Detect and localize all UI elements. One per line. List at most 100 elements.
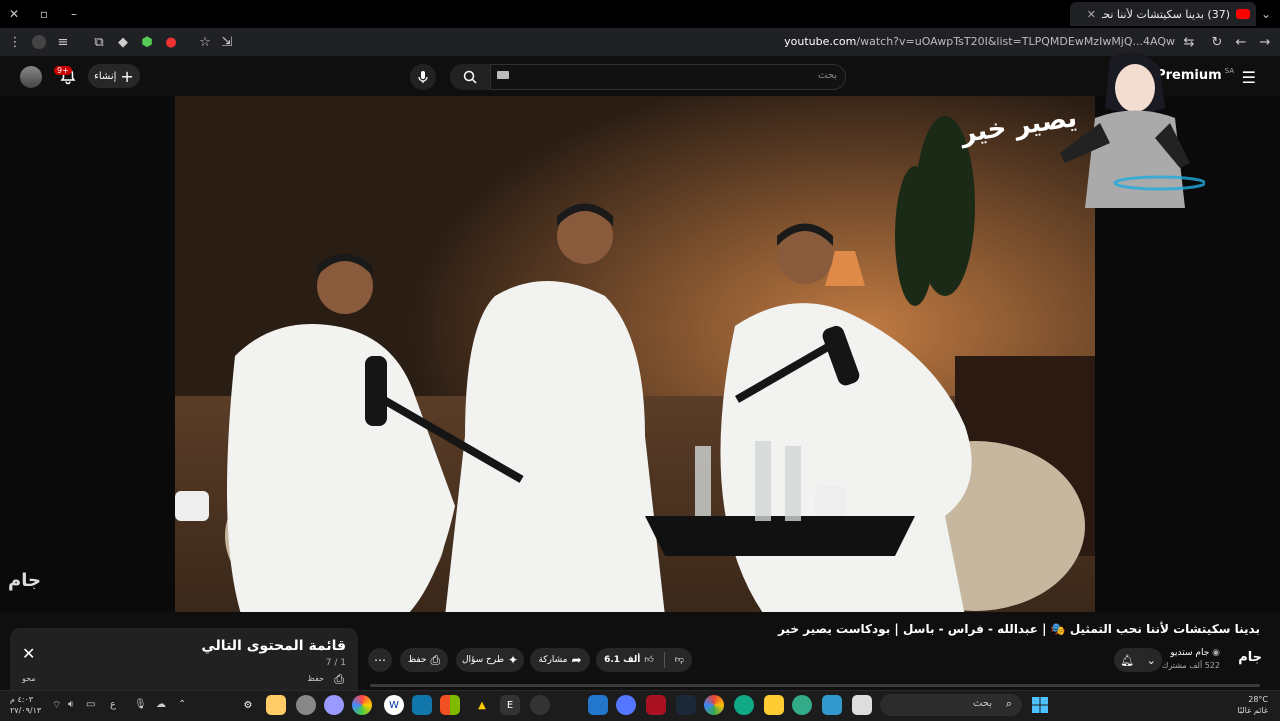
bookmark-star-icon[interactable]: ☆ bbox=[196, 33, 214, 51]
bookmark-icon: ⎙ bbox=[430, 652, 441, 667]
app-icon-chrome[interactable] bbox=[704, 695, 724, 715]
channel-name[interactable]: ◉ جام ستديو bbox=[1170, 648, 1220, 658]
subscribed-bell-button[interactable]: 🔔︎ ⌄ bbox=[1114, 648, 1162, 672]
avatar[interactable] bbox=[20, 66, 42, 88]
video-player[interactable]: يصير خير bbox=[175, 96, 1095, 612]
like-dislike-group: 6.1 ألف 👍︎ 👎︎ bbox=[596, 648, 692, 672]
wifi-icon[interactable]: ⌔ bbox=[52, 699, 61, 712]
profile-icon[interactable] bbox=[30, 33, 48, 51]
app-icon-discord[interactable] bbox=[616, 695, 636, 715]
browser-tab[interactable]: ✕ (37) بدينا سكيتشات لأننا نحب... bbox=[1070, 2, 1256, 26]
extensions-icon[interactable]: ⧉ bbox=[90, 33, 108, 51]
plus-icon: + bbox=[120, 66, 134, 86]
app-icon-3[interactable] bbox=[324, 695, 344, 715]
bell-icon: 🔔︎ bbox=[1120, 653, 1135, 667]
temperature: 28°C bbox=[1248, 695, 1268, 704]
input-language[interactable]: ع bbox=[110, 699, 116, 710]
cloud-tray-icon[interactable]: ☁ bbox=[156, 699, 166, 710]
close-window-icon[interactable]: ✕ bbox=[4, 4, 24, 24]
thumbs-up-icon: 👍︎ bbox=[644, 655, 654, 665]
app-icon-12[interactable] bbox=[792, 695, 812, 715]
more-actions-button[interactable]: ⋯ bbox=[368, 648, 392, 672]
extension-record-icon[interactable]: ● bbox=[162, 33, 180, 51]
create-label: إنشاء bbox=[94, 70, 117, 82]
verified-icon: ◉ bbox=[1212, 648, 1220, 658]
subscriber-count: 522 ألف مشترك bbox=[1161, 661, 1220, 670]
playlist-save-label[interactable]: حفظ bbox=[307, 674, 324, 683]
taskbar-search[interactable]: بحث ⌕ bbox=[880, 694, 1022, 716]
app-icon-settings[interactable]: ⚙ bbox=[238, 695, 258, 715]
volume-icon[interactable]: 🔉︎ bbox=[68, 699, 74, 710]
close-playlist-icon[interactable]: ✕ bbox=[22, 644, 35, 663]
keyboard-icon[interactable] bbox=[497, 71, 509, 79]
app-icon-8[interactable]: ▲ bbox=[472, 695, 492, 715]
playlist-save-icon[interactable]: ⎙ bbox=[334, 672, 344, 687]
dislike-button[interactable]: 👎︎ bbox=[675, 655, 684, 665]
minimize-window-icon[interactable]: – bbox=[64, 4, 84, 24]
search-input[interactable]: بحث bbox=[490, 64, 846, 90]
notifications-badge: 9+ bbox=[54, 66, 72, 75]
voice-search-icon[interactable] bbox=[410, 64, 436, 90]
sparkle-icon: ✦ bbox=[507, 653, 519, 667]
app-icon-10[interactable] bbox=[588, 695, 608, 715]
windows-icon bbox=[1032, 697, 1048, 713]
mic-tray-icon[interactable]: 🎙︎ bbox=[134, 699, 147, 710]
reload-icon[interactable]: ↻ bbox=[1208, 33, 1226, 51]
channel-watermark: جام bbox=[8, 570, 41, 591]
app-icon-steam[interactable] bbox=[676, 695, 696, 715]
install-app-icon[interactable]: ⇲ bbox=[218, 33, 236, 51]
reading-list-icon[interactable]: ≡ bbox=[54, 33, 72, 51]
app-icon-edge[interactable] bbox=[734, 695, 754, 715]
share-button[interactable]: مشاركة ➦ bbox=[530, 648, 590, 672]
tab-close-icon[interactable]: ✕ bbox=[1087, 8, 1096, 21]
hamburger-menu-icon[interactable]: ☰ bbox=[1242, 68, 1256, 87]
thumbs-down-icon: 👎︎ bbox=[674, 655, 684, 665]
like-count: 6.1 ألف bbox=[604, 655, 641, 665]
extension-diamond-icon[interactable]: ◆ bbox=[114, 33, 132, 51]
app-icon-explorer[interactable] bbox=[764, 695, 784, 715]
app-icon-epic[interactable]: E bbox=[500, 695, 520, 715]
vtuber-overlay bbox=[1040, 38, 1207, 208]
clock[interactable]: ٤:٠٣ م ٢٧/٠٩/١٣ bbox=[10, 694, 41, 716]
playlist-panel: ✕ قائمة المحتوى التالي 7 / 1 ⎙ حفظ محو bbox=[10, 628, 358, 698]
app-icon-11[interactable] bbox=[646, 695, 666, 715]
chevron-down-icon: ⌄ bbox=[1146, 653, 1156, 667]
video-title: بدينا سكيتشات لأننا نحب التمثيل 🎭 | عبدا… bbox=[777, 622, 1260, 636]
app-icon-9[interactable] bbox=[530, 695, 550, 715]
playlist-clear-label[interactable]: محو bbox=[22, 674, 36, 683]
start-button[interactable] bbox=[1030, 695, 1050, 715]
like-button[interactable]: 6.1 ألف 👍︎ bbox=[604, 655, 654, 665]
app-icon-6[interactable] bbox=[412, 695, 432, 715]
search-icon: ⌕ bbox=[1005, 697, 1012, 710]
video-frame: يصير خير bbox=[175, 96, 1095, 612]
tab-list-icon[interactable]: ⌄ bbox=[1256, 4, 1276, 24]
app-icon-5[interactable]: W bbox=[384, 695, 404, 715]
battery-icon[interactable]: ▭ bbox=[86, 699, 95, 710]
app-icon-4[interactable] bbox=[352, 695, 372, 715]
app-icon-1[interactable] bbox=[266, 695, 286, 715]
app-icon-7[interactable] bbox=[440, 695, 460, 715]
app-icon-2[interactable] bbox=[296, 695, 316, 715]
app-icon-store[interactable] bbox=[822, 695, 842, 715]
search-button[interactable] bbox=[450, 64, 490, 90]
ask-label: طرح سؤال bbox=[461, 655, 504, 665]
divider bbox=[663, 652, 665, 668]
more-horizontal-icon: ⋯ bbox=[374, 653, 386, 667]
ask-button[interactable]: طرح سؤال ✦ bbox=[456, 648, 524, 672]
maximize-window-icon[interactable]: ▫ bbox=[34, 4, 54, 24]
more-menu-icon[interactable]: ⋮ bbox=[6, 33, 24, 51]
back-icon[interactable]: → bbox=[1256, 33, 1274, 51]
search-icon bbox=[463, 70, 477, 84]
create-button[interactable]: إنشاء + bbox=[88, 64, 140, 88]
weather-text: غائم غالبًا bbox=[1237, 706, 1268, 715]
task-view-icon[interactable] bbox=[852, 695, 872, 715]
save-button[interactable]: حفظ ⎙ bbox=[400, 648, 448, 672]
share-label: مشاركة bbox=[538, 655, 568, 665]
search-placeholder: بحث bbox=[817, 70, 837, 81]
weather-widget[interactable]: 28°C غائم غالبًا bbox=[1237, 694, 1268, 716]
channel-avatar[interactable]: جام bbox=[1238, 650, 1262, 665]
show-hidden-icons[interactable]: ⌃ bbox=[178, 699, 186, 710]
forward-icon[interactable]: ← bbox=[1232, 33, 1250, 51]
tab-title: (37) بدينا سكيتشات لأننا نحب... bbox=[1102, 7, 1230, 21]
extension-shield-icon[interactable]: ⬢ bbox=[138, 33, 156, 51]
